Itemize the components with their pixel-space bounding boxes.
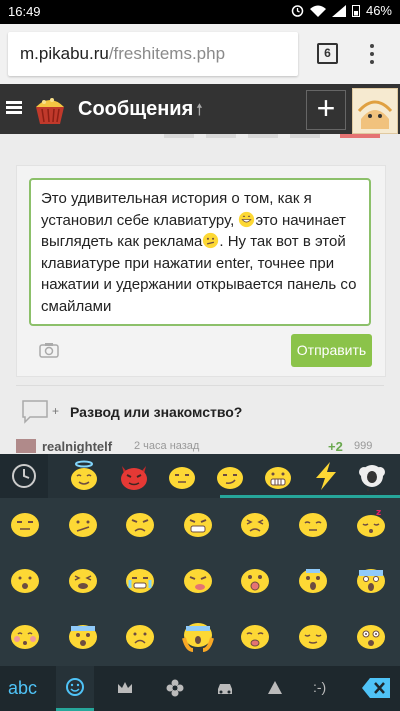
alarm-icon — [291, 5, 304, 17]
emoticon-tab[interactable]: :-) — [313, 679, 326, 695]
signal-icon — [331, 4, 346, 17]
overflow-menu-icon[interactable] — [369, 42, 375, 66]
battery-percent: 46% — [365, 3, 392, 18]
clock-icon — [12, 464, 36, 488]
weary-emoji-icon[interactable] — [238, 618, 272, 652]
high-voltage-icon[interactable] — [310, 460, 342, 492]
category-smileys-tab[interactable] — [56, 666, 94, 711]
hamburger-menu-icon[interactable] — [6, 101, 22, 115]
address-bar[interactable]: m.pikabu.ru/freshitems.php — [8, 32, 298, 76]
url-path: /freshitems.php — [108, 44, 226, 63]
symbols-icon[interactable] — [266, 679, 284, 697]
header-tab-strip — [160, 134, 400, 140]
author-avatar[interactable] — [16, 439, 36, 453]
grimacing-emoji-icon[interactable] — [181, 506, 215, 540]
emoji-keyboard: z abc :-) — [0, 454, 400, 711]
wifi-icon — [309, 5, 326, 17]
post-time: 2 часа назад — [134, 440, 200, 452]
smiley-icon — [66, 678, 84, 696]
anguished-emoji-icon[interactable] — [238, 562, 272, 596]
send-button[interactable]: Отправить — [291, 334, 372, 367]
flower-icon[interactable] — [166, 679, 184, 697]
expressionless-emoji-icon[interactable] — [8, 506, 42, 540]
car-icon[interactable] — [216, 679, 234, 697]
disappointed-emoji-icon[interactable] — [181, 562, 215, 596]
angel-emoji-icon[interactable] — [68, 460, 100, 492]
status-time: 16:49 — [8, 4, 41, 19]
abc-keyboard-switch[interactable]: abc — [8, 678, 37, 699]
camera-icon[interactable] — [39, 342, 59, 358]
divider — [16, 385, 384, 386]
emoji-top-row — [0, 454, 400, 498]
sleeping-emoji-icon[interactable]: z — [354, 506, 388, 540]
emoji-grid: z — [0, 498, 400, 666]
confused-emoji-icon — [203, 232, 219, 249]
recent-emoji-tab[interactable] — [0, 454, 48, 498]
open-mouth-emoji-icon[interactable] — [8, 562, 42, 596]
neutral-emoji-icon[interactable] — [166, 460, 198, 492]
battery-icon — [351, 5, 360, 17]
post-title[interactable]: Развод или знакомство? — [70, 404, 242, 420]
smirk-emoji-icon[interactable] — [214, 460, 246, 492]
flushed-emoji-icon[interactable] — [8, 618, 42, 652]
comment-text: Это удивительная история о том, как я ус… — [41, 190, 357, 315]
add-post-button[interactable]: + — [306, 90, 346, 130]
pensive-emoji-icon[interactable] — [296, 506, 330, 540]
user-avatar[interactable] — [352, 88, 398, 134]
sheep-icon[interactable] — [356, 460, 388, 492]
page-title: Сообщения — [78, 98, 194, 120]
cold-sweat-emoji-icon[interactable] — [66, 618, 100, 652]
backspace-key-icon[interactable] — [360, 674, 392, 702]
status-bar: 16:49 46% — [0, 0, 400, 24]
browser-toolbar: m.pikabu.ru/freshitems.php 6 — [0, 24, 400, 85]
emoji-category-bar: abc :-) — [0, 666, 400, 711]
author-name[interactable]: realnightelf — [42, 439, 112, 453]
post-author-row: realnightelf 2 часа назад +2 999 — [16, 439, 396, 453]
post-rating-extra: 999 — [354, 440, 373, 452]
comment-bubble-icon[interactable] — [22, 400, 48, 424]
comment-textarea[interactable]: Это удивительная история о том, как я ус… — [29, 178, 371, 326]
frowning-emoji-icon[interactable] — [123, 618, 157, 652]
post-rating: +2 — [328, 439, 343, 453]
url-domain: m.pikabu.ru — [20, 44, 109, 63]
comment-composer: Это удивительная история о том, как я ус… — [16, 165, 386, 377]
grimace-emoji-icon[interactable] — [262, 460, 294, 492]
devil-emoji-icon[interactable] — [118, 460, 150, 492]
expand-plus[interactable]: + — [52, 404, 59, 418]
pikabu-logo[interactable] — [32, 91, 68, 127]
grinning-emoji-icon — [239, 211, 255, 227]
angry-emoji-icon[interactable] — [123, 506, 157, 540]
tired-emoji-icon[interactable] — [66, 562, 100, 596]
svg-text:z: z — [376, 508, 381, 518]
relieved-emoji-icon[interactable] — [296, 618, 330, 652]
crown-icon[interactable] — [116, 679, 134, 697]
up-arrow-icon: 🠕 — [196, 102, 203, 119]
persevering-emoji-icon[interactable] — [238, 506, 272, 540]
dizzy-emoji-icon[interactable] — [354, 618, 388, 652]
confused-emoji-icon[interactable] — [66, 506, 100, 540]
crying-emoji-icon[interactable] — [123, 562, 157, 596]
screaming-emoji-icon[interactable] — [354, 562, 388, 596]
tab-switcher-button[interactable]: 6 — [317, 43, 338, 64]
site-header: Сообщения 🠕 + — [0, 84, 400, 134]
fearful-emoji-icon[interactable] — [296, 562, 330, 596]
face-palm-scream-emoji-icon[interactable] — [181, 618, 215, 652]
